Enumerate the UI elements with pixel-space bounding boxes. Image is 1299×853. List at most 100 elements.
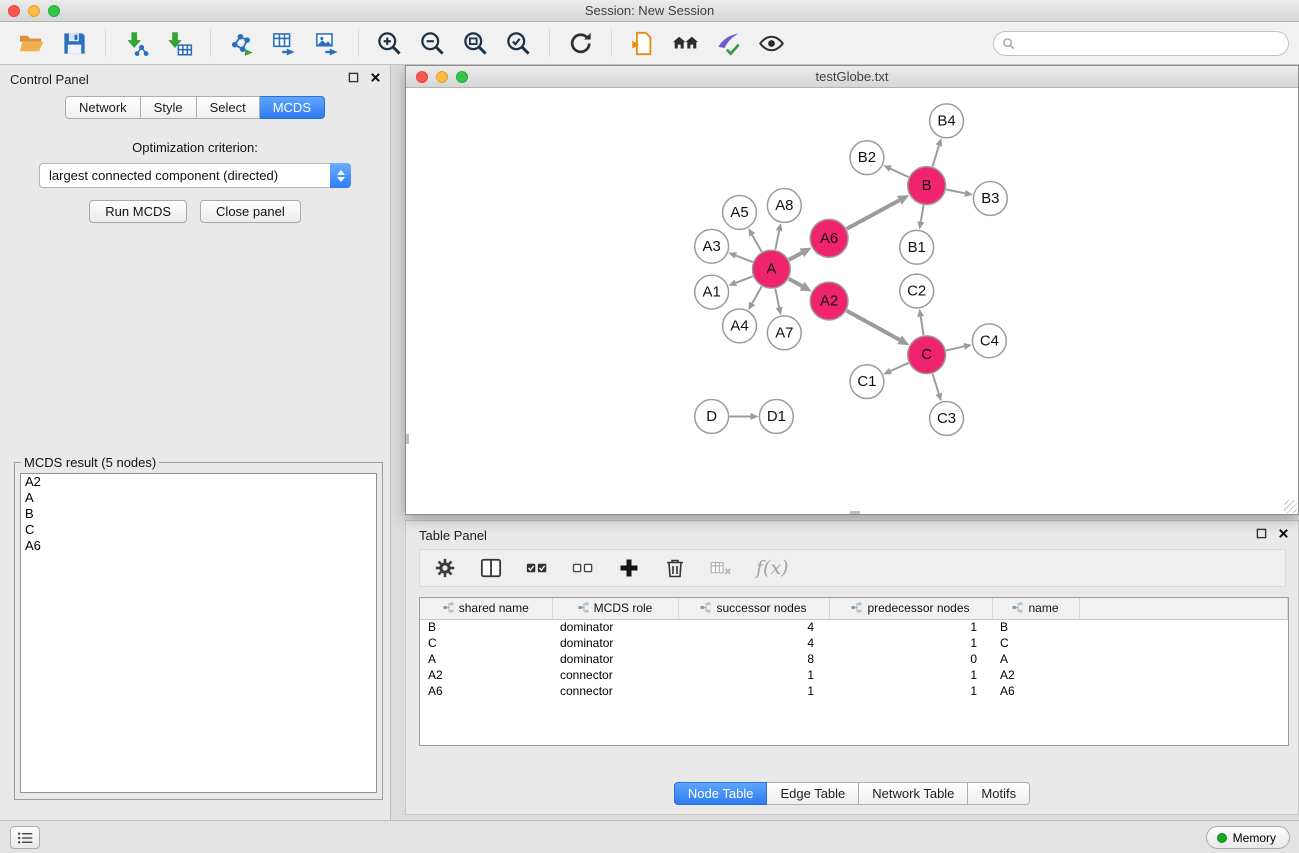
- graph-node-B1[interactable]: B1: [900, 230, 934, 264]
- graph-node-A2[interactable]: A2: [810, 282, 848, 320]
- graph-node-C4[interactable]: C4: [972, 324, 1006, 358]
- graph-edge-B-B4[interactable]: [933, 146, 939, 167]
- table-cell[interactable]: 1: [829, 619, 992, 635]
- graph-node-A4[interactable]: A4: [723, 309, 757, 343]
- graph-edge-B-B2[interactable]: [890, 169, 908, 178]
- clone-network-button[interactable]: [269, 28, 300, 59]
- graph-edge-A6-B[interactable]: [847, 200, 900, 229]
- tab-select[interactable]: Select: [197, 96, 260, 119]
- memory-button[interactable]: Memory: [1206, 826, 1290, 849]
- graph-edge-A-A4[interactable]: [752, 287, 761, 304]
- table-cell[interactable]: C: [420, 635, 552, 651]
- refresh-view-button[interactable]: [565, 28, 596, 59]
- import-table-file-button[interactable]: [164, 28, 195, 59]
- export-image-button[interactable]: [312, 28, 343, 59]
- graph-node-A5[interactable]: A5: [723, 195, 757, 229]
- column-header-name[interactable]: name: [992, 598, 1079, 619]
- graph-node-C[interactable]: C: [908, 336, 946, 374]
- open-file-button[interactable]: [16, 28, 47, 59]
- mcds-result-item[interactable]: A6: [21, 538, 376, 554]
- clear-table-button[interactable]: [708, 555, 734, 581]
- new-network-from-selection-button[interactable]: [226, 28, 257, 59]
- graph-edge-A-A8[interactable]: [775, 231, 779, 250]
- table-float-panel-button[interactable]: [1256, 528, 1267, 539]
- graph-node-C2[interactable]: C2: [900, 274, 934, 308]
- node-table-wrap[interactable]: shared nameMCDS rolesuccessor nodesprede…: [419, 597, 1289, 746]
- mcds-result-item[interactable]: C: [21, 522, 376, 538]
- table-cell[interactable]: dominator: [552, 619, 678, 635]
- graph-edge-A-A3[interactable]: [736, 256, 753, 263]
- graph-edge-C-C4[interactable]: [946, 346, 964, 350]
- network-snapshot-button[interactable]: [627, 28, 658, 59]
- zoom-in-button[interactable]: [374, 28, 405, 59]
- graph-edge-A-A2[interactable]: [789, 279, 802, 286]
- graph-node-A3[interactable]: A3: [695, 229, 729, 263]
- tab-motifs[interactable]: Motifs: [968, 782, 1030, 805]
- table-cell[interactable]: connector: [552, 667, 678, 683]
- search-box[interactable]: [993, 31, 1289, 56]
- resize-grip[interactable]: [1284, 500, 1297, 513]
- mcds-result-list[interactable]: A2ABCA6: [20, 473, 377, 793]
- graph-node-B[interactable]: B: [908, 167, 946, 205]
- table-cell[interactable]: 4: [678, 635, 829, 651]
- run-mcds-button[interactable]: Run MCDS: [89, 200, 187, 223]
- graph-node-B4[interactable]: B4: [930, 104, 964, 138]
- graph-node-A7[interactable]: A7: [767, 316, 801, 350]
- table-cell[interactable]: 4: [678, 619, 829, 635]
- graph-node-A6[interactable]: A6: [810, 219, 848, 257]
- zoom-out-button[interactable]: [417, 28, 448, 59]
- search-input[interactable]: [1020, 36, 1280, 51]
- graph-edge-B-B3[interactable]: [946, 190, 965, 194]
- criterion-select[interactable]: largest connected component (directed): [39, 163, 351, 188]
- zoom-fit-button[interactable]: [460, 28, 491, 59]
- network-canvas[interactable]: B4B2BB3A5A8A6B1A3AC2A1A2A4A7C4CC1C3DD1: [406, 88, 1298, 514]
- table-row[interactable]: Cdominator41C: [420, 635, 1288, 651]
- graph-edge-C-C1[interactable]: [891, 363, 909, 371]
- table-cell[interactable]: 1: [829, 683, 992, 699]
- apply-style-button[interactable]: [713, 28, 744, 59]
- table-row[interactable]: A2connector11A2: [420, 667, 1288, 683]
- tab-mcds[interactable]: MCDS: [260, 96, 325, 119]
- column-header-shared-name[interactable]: shared name: [420, 598, 552, 619]
- column-header-successor-nodes[interactable]: successor nodes: [678, 598, 829, 619]
- tab-edge-table[interactable]: Edge Table: [767, 782, 859, 805]
- graph-edge-C-C3[interactable]: [933, 374, 939, 394]
- columns-button[interactable]: [478, 555, 504, 581]
- table-cell[interactable]: 1: [829, 635, 992, 651]
- table-cell[interactable]: A: [992, 651, 1079, 667]
- network-window-titlebar[interactable]: testGlobe.txt: [406, 66, 1298, 88]
- table-cell[interactable]: 0: [829, 651, 992, 667]
- graph-node-C3[interactable]: C3: [930, 402, 964, 436]
- table-cell[interactable]: 8: [678, 651, 829, 667]
- graph-edge-A-A5[interactable]: [752, 235, 761, 252]
- table-cell[interactable]: A2: [992, 667, 1079, 683]
- table-close-panel-button[interactable]: [1278, 528, 1289, 539]
- tab-node-table[interactable]: Node Table: [674, 782, 768, 805]
- mcds-result-item[interactable]: A2: [21, 474, 376, 490]
- zoom-selected-button[interactable]: [503, 28, 534, 59]
- table-cell[interactable]: C: [992, 635, 1079, 651]
- table-cell[interactable]: 1: [678, 667, 829, 683]
- add-row-button[interactable]: [616, 555, 642, 581]
- graph-node-D1[interactable]: D1: [759, 400, 793, 434]
- settings-button[interactable]: [432, 555, 458, 581]
- table-row[interactable]: Bdominator41B: [420, 619, 1288, 635]
- graph-node-A8[interactable]: A8: [767, 189, 801, 223]
- table-cell[interactable]: A2: [420, 667, 552, 683]
- tab-network-table[interactable]: Network Table: [859, 782, 968, 805]
- graph-node-C1[interactable]: C1: [850, 365, 884, 399]
- graph-node-B3[interactable]: B3: [973, 182, 1007, 216]
- table-cell[interactable]: 1: [678, 683, 829, 699]
- mcds-result-item[interactable]: B: [21, 506, 376, 522]
- column-header-predecessor-nodes[interactable]: predecessor nodes: [829, 598, 992, 619]
- delete-row-button[interactable]: [662, 555, 688, 581]
- close-panel-button[interactable]: [370, 72, 381, 83]
- float-panel-button[interactable]: [348, 72, 359, 83]
- table-cell[interactable]: B: [992, 619, 1079, 635]
- table-cell[interactable]: connector: [552, 683, 678, 699]
- table-cell[interactable]: dominator: [552, 635, 678, 651]
- table-cell[interactable]: A6: [992, 683, 1079, 699]
- fx-button[interactable]: f(x): [754, 555, 791, 581]
- table-cell[interactable]: B: [420, 619, 552, 635]
- close-mcds-panel-button[interactable]: Close panel: [200, 200, 301, 223]
